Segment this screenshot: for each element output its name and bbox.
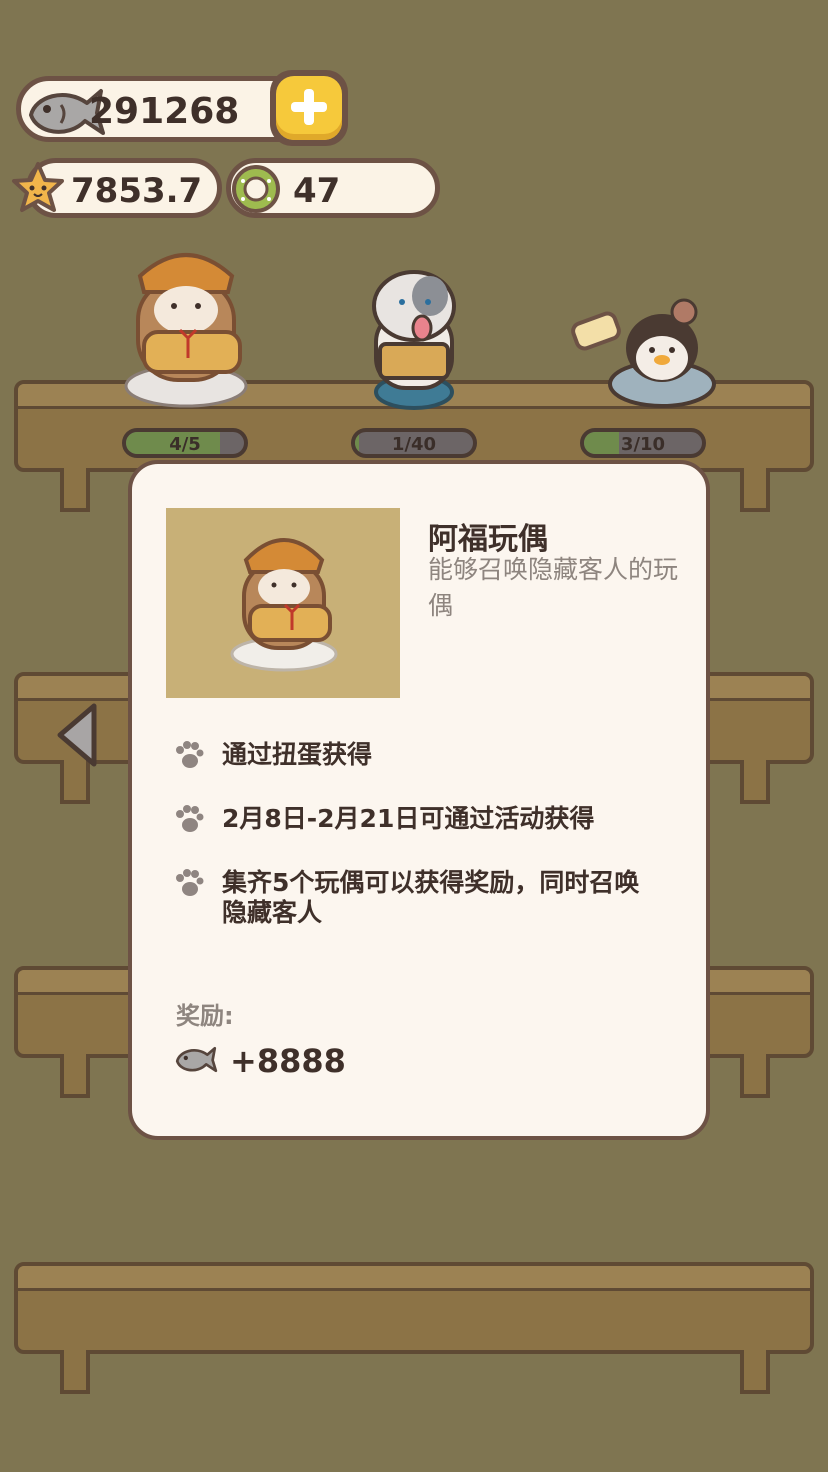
info-row-1: 通过扭蛋获得 bbox=[174, 740, 662, 774]
paw-icon bbox=[174, 804, 204, 838]
toy-afu-progress: 4/5 bbox=[122, 428, 248, 458]
add-fish-button[interactable] bbox=[270, 70, 348, 146]
toy-dog-reading[interactable] bbox=[360, 262, 470, 412]
item-detail-modal: 阿福玩偶 能够召唤隐藏客人的玩偶 通过扭蛋获得 2月8日-2月21日可通过活动获… bbox=[128, 460, 710, 1140]
token-currency-pill: 47 bbox=[226, 158, 440, 218]
prev-page-button[interactable] bbox=[52, 700, 100, 770]
toy-penguin-progress: 3/10 bbox=[580, 428, 706, 458]
info-text-2: 2月8日-2月21日可通过活动获得 bbox=[222, 804, 595, 833]
plus-icon bbox=[288, 86, 330, 132]
shelf-4 bbox=[14, 1262, 814, 1402]
info-text-3: 集齐5个玩偶可以获得奖励，同时召唤隐藏客人 bbox=[222, 868, 640, 927]
reward-row: +8888 bbox=[174, 1042, 346, 1080]
fish-count: 291268 bbox=[89, 91, 240, 132]
item-image bbox=[166, 508, 400, 698]
item-description: 能够召唤隐藏客人的玩偶 bbox=[428, 555, 679, 620]
toy-penguin-bath[interactable] bbox=[570, 298, 720, 410]
star-icon bbox=[10, 160, 66, 220]
toy-dog-progress: 1/40 bbox=[351, 428, 477, 458]
star-count: 7853.7 bbox=[71, 171, 203, 211]
info-row-3: 集齐5个玩偶可以获得奖励，同时召唤隐藏客人 bbox=[174, 868, 662, 928]
token-count: 47 bbox=[293, 171, 341, 211]
reward-label: 奖励: bbox=[176, 1002, 234, 1030]
chevron-left-icon bbox=[52, 703, 100, 774]
info-text-1: 通过扭蛋获得 bbox=[222, 740, 373, 769]
info-row-2: 2月8日-2月21日可通过活动获得 bbox=[174, 804, 662, 838]
fish-icon bbox=[174, 1042, 218, 1080]
green-token-icon bbox=[229, 163, 283, 219]
reward-value: +8888 bbox=[230, 1042, 346, 1080]
paw-icon bbox=[174, 868, 204, 902]
paw-icon bbox=[174, 740, 204, 774]
toy-afu-doll[interactable] bbox=[118, 240, 258, 410]
